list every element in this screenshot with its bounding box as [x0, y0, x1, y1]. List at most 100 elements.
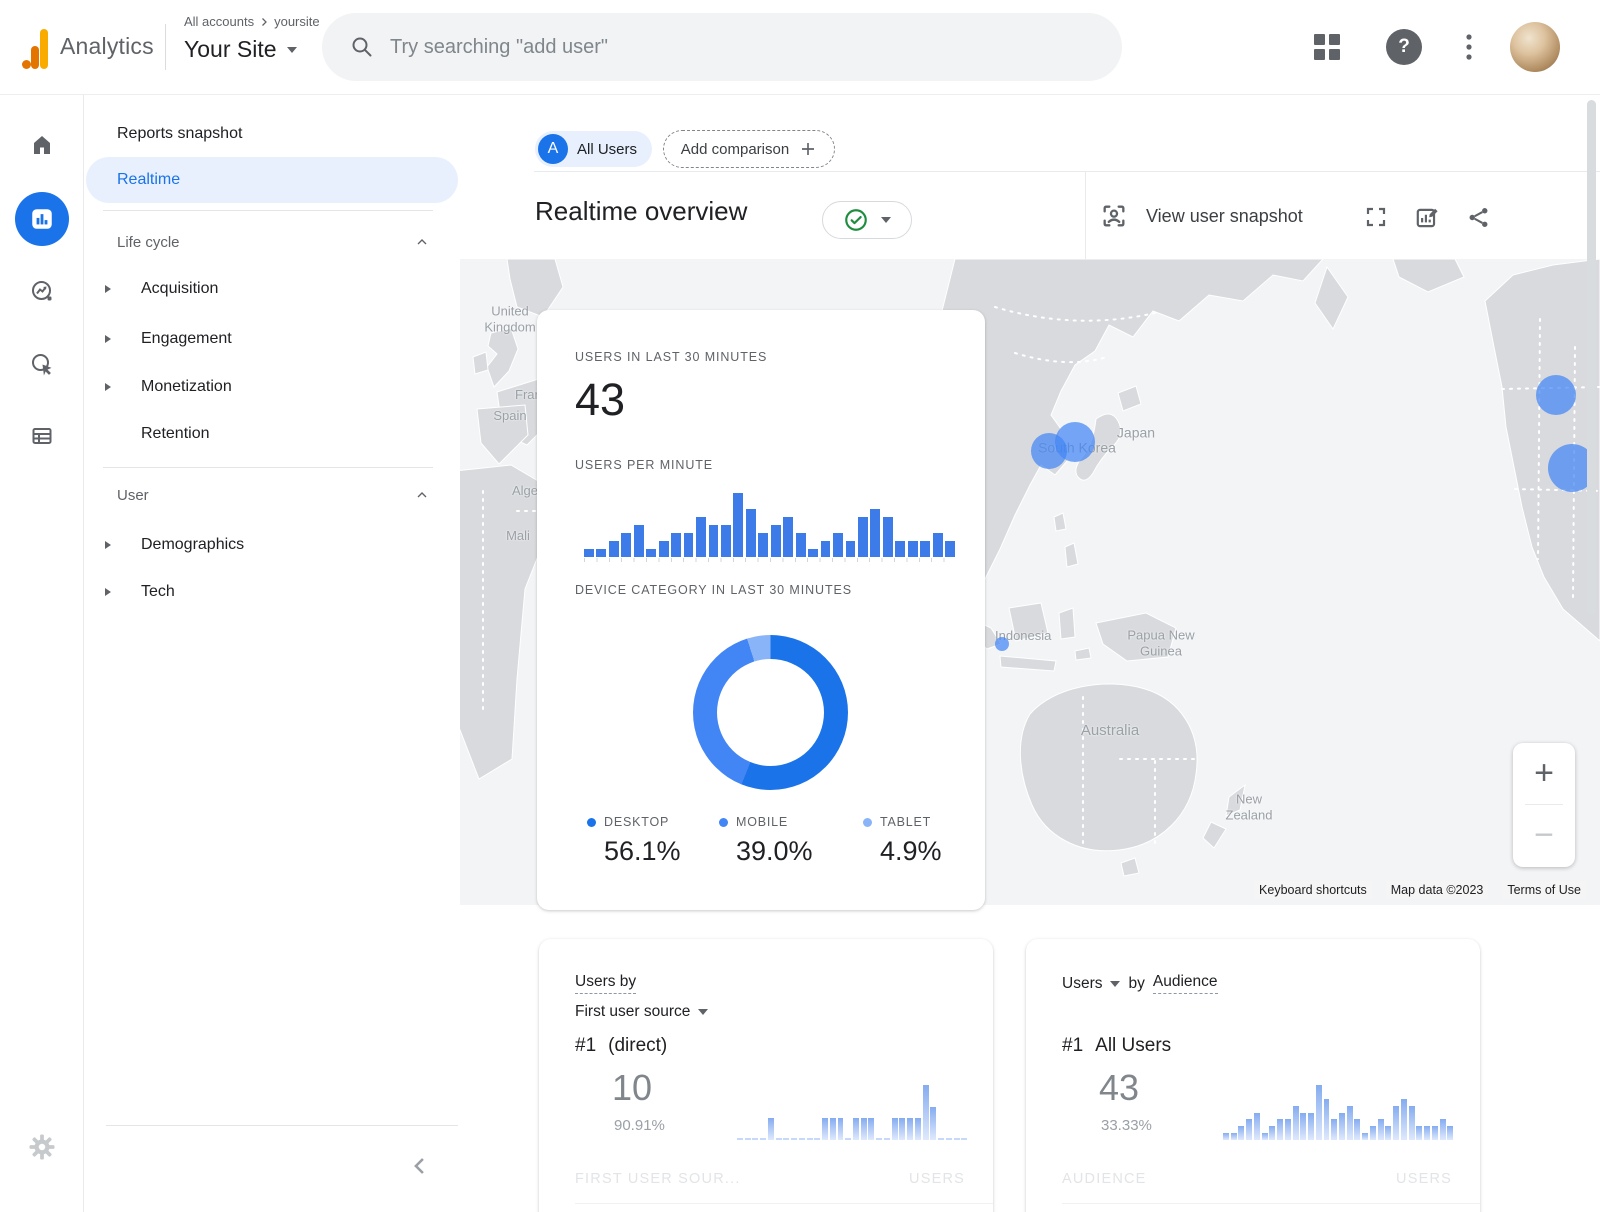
audience-sparkline — [1223, 1085, 1453, 1140]
bar — [634, 525, 644, 557]
sidebar-item-engagement[interactable]: Engagement — [84, 319, 456, 359]
zoom-in-button[interactable]: + — [1513, 743, 1575, 804]
sidebar-item-retention[interactable]: Retention — [84, 414, 456, 454]
card-metric-selector[interactable]: Users by Audience — [1062, 973, 1218, 994]
edit-chart-icon[interactable] — [1414, 205, 1440, 231]
avatar[interactable] — [1510, 22, 1560, 72]
bar — [609, 541, 619, 557]
table-headers: AUDIENCEUSERS — [1062, 1171, 1452, 1187]
app-header: Analytics All accounts yoursite Your Sit… — [0, 0, 1600, 95]
card-metric-selector[interactable]: Users by — [575, 973, 636, 994]
reports-icon[interactable] — [15, 192, 69, 246]
configure-icon[interactable] — [30, 424, 54, 448]
gear-icon[interactable] — [27, 1132, 57, 1162]
all-users-comparison-chip[interactable]: A All Users — [535, 131, 652, 167]
bar — [783, 1138, 789, 1140]
home-icon[interactable] — [30, 133, 54, 157]
bar — [771, 525, 781, 557]
help-icon[interactable]: ? — [1386, 29, 1422, 65]
keyboard-shortcuts-link[interactable]: Keyboard shortcuts — [1254, 881, 1372, 899]
bar — [1277, 1119, 1283, 1140]
zoom-out-button[interactable]: − — [1513, 805, 1575, 866]
analytics-logo-icon[interactable] — [22, 27, 48, 69]
bar — [822, 1118, 828, 1140]
bar — [1293, 1106, 1299, 1140]
sidebar-item-monetization[interactable]: Monetization — [84, 367, 456, 407]
bar — [646, 549, 656, 557]
bar — [696, 517, 706, 557]
bar — [1331, 1119, 1337, 1140]
users-30min-label: USERS IN LAST 30 MINUTES — [575, 350, 767, 364]
bar — [938, 1138, 944, 1140]
grid-icon[interactable] — [1313, 33, 1341, 61]
active-users-map-dot — [1055, 422, 1095, 462]
view-user-snapshot-button[interactable]: View user snapshot — [1100, 202, 1303, 230]
nav-section-user[interactable]: User — [84, 475, 456, 515]
bar — [1432, 1126, 1438, 1140]
bar — [1339, 1113, 1345, 1141]
bar — [814, 1138, 820, 1140]
breadcrumb-root[interactable]: All accounts — [184, 14, 254, 29]
map-data-copyright: Map data ©2023 — [1386, 881, 1489, 899]
bar — [684, 533, 694, 557]
sidebar-item-reports-snapshot[interactable]: Reports snapshot — [84, 114, 456, 154]
bar — [915, 1118, 921, 1140]
bar — [1308, 1113, 1314, 1141]
bar — [1285, 1119, 1291, 1140]
user-snapshot-icon — [1100, 202, 1128, 230]
bar — [768, 1118, 774, 1140]
breadcrumb-current[interactable]: yoursite — [274, 14, 320, 29]
brand-name: Analytics — [60, 33, 154, 60]
bar — [1262, 1133, 1268, 1140]
search-bar — [322, 13, 1122, 81]
bar — [1409, 1106, 1415, 1140]
advertising-icon[interactable] — [30, 352, 54, 376]
terms-of-use-link[interactable]: Terms of Use — [1502, 881, 1586, 899]
users-by-audience-card: Users by Audience #1All Users 43 33.33% … — [1026, 939, 1480, 1212]
bar — [907, 1118, 913, 1140]
bar — [1378, 1119, 1384, 1140]
bar — [1393, 1106, 1399, 1140]
add-comparison-button[interactable]: Add comparison — [663, 130, 835, 168]
property-selector[interactable]: Your Site — [184, 36, 297, 63]
chevron-down-icon — [698, 1009, 708, 1015]
bar — [671, 533, 681, 557]
bar — [830, 1118, 836, 1140]
bar — [799, 1138, 805, 1140]
sidebar-item-acquisition[interactable]: Acquisition — [84, 269, 456, 309]
bar — [1385, 1126, 1391, 1140]
share-icon[interactable] — [1466, 205, 1491, 230]
top-row-percent: 33.33% — [1101, 1117, 1152, 1134]
expand-arrow-icon — [105, 541, 111, 549]
bar — [808, 549, 818, 557]
sidebar-item-tech[interactable]: Tech — [84, 572, 456, 612]
expand-arrow-icon — [105, 285, 111, 293]
sidebar-item-demographics[interactable]: Demographics — [84, 525, 456, 565]
bar — [737, 1138, 743, 1140]
realtime-overview-card: USERS IN LAST 30 MINUTES 43 USERS PER MI… — [537, 310, 985, 910]
kebab-menu-icon[interactable] — [1455, 31, 1483, 63]
users-30min-value: 43 — [575, 374, 625, 426]
bar — [846, 541, 856, 557]
data-quality-badge[interactable] — [822, 201, 912, 239]
bar — [946, 1138, 952, 1140]
explore-icon[interactable] — [30, 279, 54, 303]
card-dimension-selector[interactable]: Audience — [1153, 973, 1218, 994]
users-per-minute-label: USERS PER MINUTE — [575, 458, 713, 472]
sidebar-item-realtime[interactable]: Realtime — [86, 157, 458, 203]
breadcrumb[interactable]: All accounts yoursite — [184, 14, 320, 29]
collapse-drawer-icon[interactable] — [406, 1152, 434, 1180]
search-input[interactable] — [390, 36, 1030, 59]
card-dimension-selector[interactable]: First user source — [575, 1003, 708, 1021]
scrollbar-thumb[interactable] — [1587, 100, 1596, 615]
users-by-first-user-source-card: Users by First user source #1(direct) 10… — [539, 939, 993, 1212]
active-users-map-dot — [995, 637, 1009, 651]
map-attribution: Keyboard shortcuts Map data ©2023 Terms … — [1254, 881, 1586, 899]
expand-arrow-icon — [105, 383, 111, 391]
bar — [899, 1118, 905, 1140]
chevron-down-icon — [881, 217, 891, 223]
bar — [1269, 1126, 1275, 1140]
bar — [1354, 1119, 1360, 1140]
fullscreen-icon[interactable] — [1364, 205, 1388, 229]
nav-section-life-cycle[interactable]: Life cycle — [84, 222, 456, 262]
